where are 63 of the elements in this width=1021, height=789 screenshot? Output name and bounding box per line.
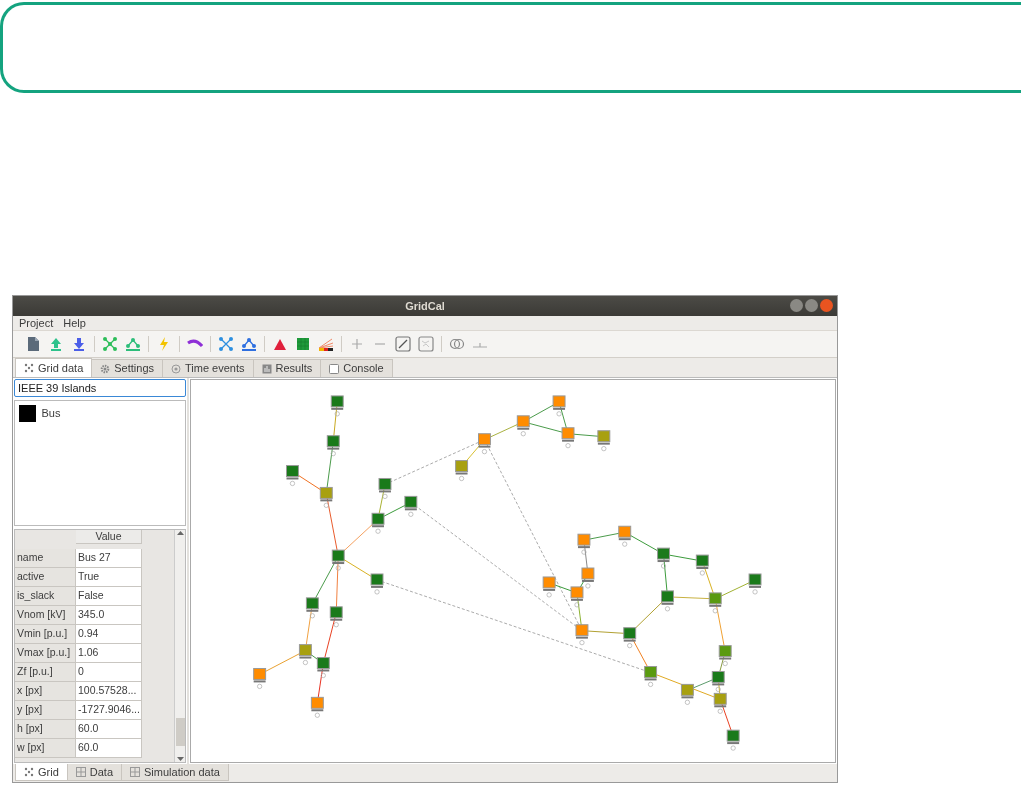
scroll-thumb[interactable]: [175, 718, 185, 746]
row-header: Zf [p.u.]: [15, 663, 76, 682]
row-header: Vmax [p.u.]: [15, 644, 76, 663]
chart-icon[interactable]: [318, 336, 334, 352]
scroll-up-icon[interactable]: [176, 530, 184, 536]
table-cell: 0: [76, 663, 142, 682]
scroll-down-icon[interactable]: [176, 756, 184, 762]
tab[interactable]: Time events: [162, 359, 254, 377]
rings-icon[interactable]: [449, 336, 465, 352]
row-header: Vnom [kV]: [15, 606, 76, 625]
grid-icon[interactable]: [295, 336, 311, 352]
scrollbar[interactable]: [174, 530, 185, 762]
tab[interactable]: Results: [252, 359, 322, 377]
file-icon[interactable]: [25, 336, 41, 352]
table-cell: Bus 27: [76, 549, 142, 568]
object-type-item[interactable]: Bus: [19, 405, 61, 422]
table-cell: -1727.9046...: [76, 701, 142, 720]
table-cell: 0.94: [76, 625, 142, 644]
table-cell: 1.06: [76, 644, 142, 663]
tab[interactable]: Simulation data: [121, 764, 229, 781]
table-cell: False: [76, 587, 142, 606]
download-icon[interactable]: [71, 336, 87, 352]
row-header: y [px]: [15, 701, 76, 720]
grid-name-field[interactable]: IEEE 39 Islands: [14, 379, 186, 397]
close-button[interactable]: [820, 299, 833, 312]
row-header: is_slack: [15, 587, 76, 606]
menu-item[interactable]: Help: [63, 314, 86, 332]
table-icon: [75, 767, 86, 777]
network-icon[interactable]: [102, 336, 118, 352]
table-cell: 345.0: [76, 606, 142, 625]
row-header: active: [15, 568, 76, 587]
bar-chart-icon: [261, 363, 272, 374]
maximize-button[interactable]: [805, 299, 818, 312]
table-icon: [130, 767, 141, 777]
tab[interactable]: Data: [66, 764, 123, 781]
tab[interactable]: Settings: [91, 359, 163, 377]
map-icon[interactable]: [418, 336, 434, 352]
tab[interactable]: Grid: [15, 764, 68, 781]
table-cell: 100.57528...: [76, 682, 142, 701]
diagonal-line-icon[interactable]: [395, 336, 411, 352]
row-header: w [px]: [15, 739, 76, 758]
row-header: h [px]: [15, 720, 76, 739]
window-title: GridCal: [405, 298, 445, 314]
network-icon[interactable]: [125, 336, 141, 352]
row-header: Vmin [p.u.]: [15, 625, 76, 644]
grid-data-icon: [24, 363, 34, 373]
grid-data-icon: [24, 767, 34, 777]
clock-icon: [171, 363, 181, 374]
network-icon[interactable]: [218, 336, 234, 352]
minimize-button[interactable]: [790, 299, 803, 312]
row-header: x [px]: [15, 682, 76, 701]
upload-icon[interactable]: [48, 336, 64, 352]
tab[interactable]: Console: [320, 359, 393, 377]
tab[interactable]: Grid data: [15, 358, 93, 377]
gear-icon: [100, 363, 111, 374]
menu-item[interactable]: Project: [19, 314, 54, 332]
network-icon[interactable]: [241, 336, 257, 352]
row-header: name: [15, 549, 76, 568]
table-cell: True: [76, 568, 142, 587]
console-icon: [329, 363, 340, 374]
table-cell: 60.0: [76, 739, 142, 758]
column-header: Value: [76, 530, 142, 544]
table-cell: 60.0: [76, 720, 142, 739]
